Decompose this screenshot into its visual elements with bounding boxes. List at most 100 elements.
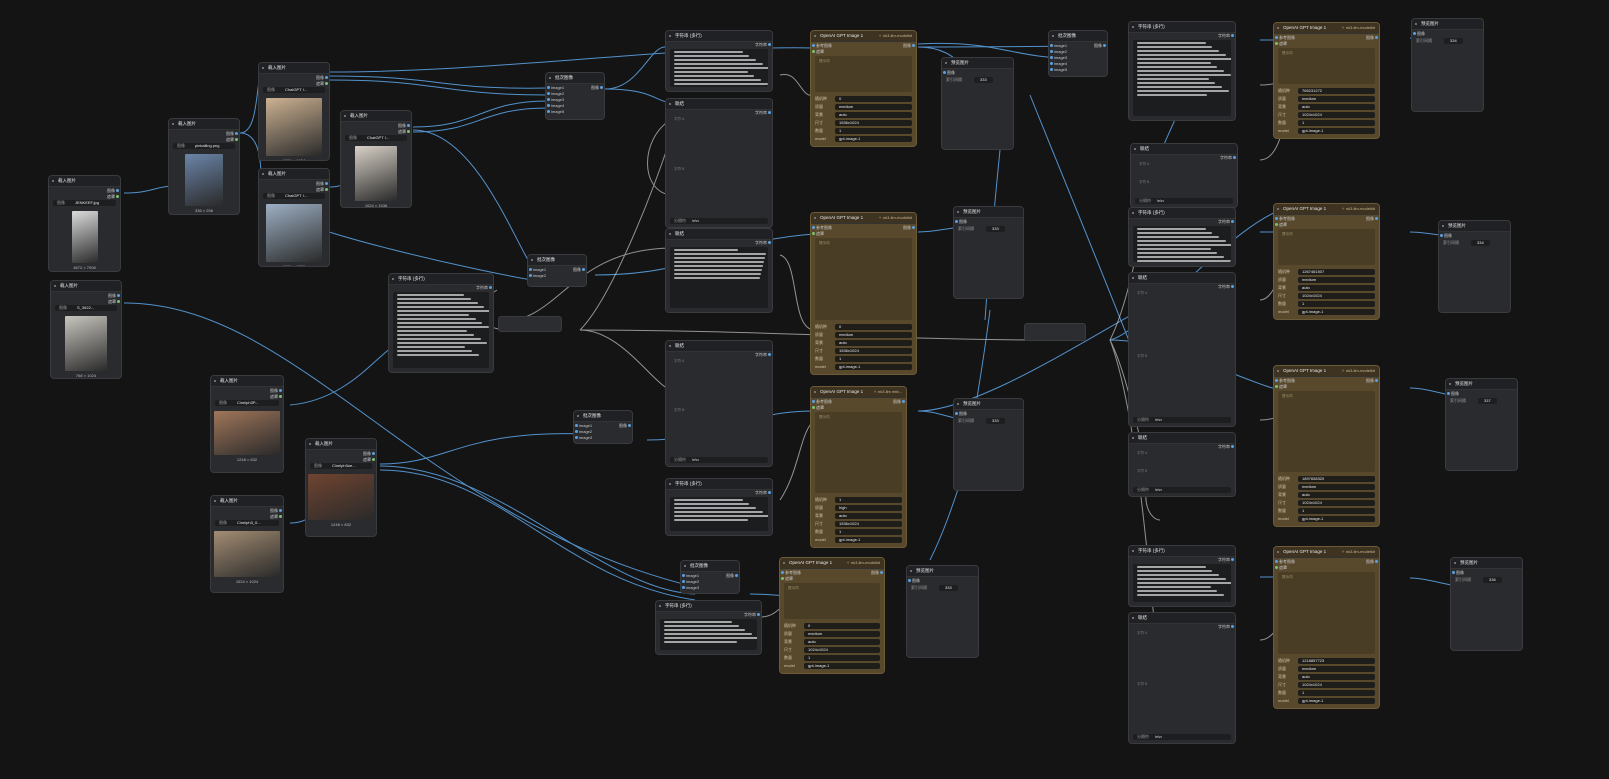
quality-widget[interactable]: 质量 high <box>815 504 902 511</box>
string-output-port-dot[interactable] <box>757 613 760 616</box>
load-image-node-4-header[interactable]: 载入图片 <box>341 111 411 122</box>
output-image-port-dot[interactable] <box>117 294 120 297</box>
image-output-port-dot[interactable] <box>1375 217 1378 220</box>
image-output-port[interactable]: 图像 <box>1366 216 1374 221</box>
multiline-text-area[interactable] <box>393 292 489 368</box>
output-image-port-dot[interactable] <box>116 189 119 192</box>
string-output-port[interactable]: 字符串 <box>1218 219 1230 224</box>
gpt-image-node-3[interactable]: OpenAI GPT Image 1 ✧ nk3-llm mtb... 参考图像 遮罩… <box>810 386 907 548</box>
size-value-box[interactable]: 1024x1024 <box>1298 293 1375 299</box>
batch-output-port[interactable]: 图像 <box>591 85 599 90</box>
preview-image-input-dot[interactable] <box>943 71 946 74</box>
batch-input-image2[interactable]: image2 <box>579 429 592 434</box>
background-value-box[interactable]: auto <box>1298 492 1375 498</box>
batch-image-node-4[interactable]: 批次图像 图像 image1 image2 image3 <box>573 410 633 444</box>
image-file-widget[interactable]: 图像 Cinelph3_0... <box>215 520 279 526</box>
n-value-box[interactable]: 1 <box>835 529 902 535</box>
collapse-dot-icon[interactable] <box>814 35 816 37</box>
output-image-port-dot[interactable] <box>407 124 410 127</box>
load-image-node-7-header[interactable]: 载入图片 <box>211 376 283 387</box>
string-multiline-node-7-header[interactable]: 字符串 (多行) <box>1129 546 1235 557</box>
string-b-field[interactable]: 字符 B <box>1133 466 1231 480</box>
size-widget[interactable]: 尺寸 1536x1024 <box>815 347 912 354</box>
preview-image-input[interactable]: 图像 <box>912 578 920 583</box>
output-image-port-dot[interactable] <box>279 389 282 392</box>
preview-index-widget[interactable]: 索引间隔 334 <box>1416 38 1479 44</box>
load-image-node-8[interactable]: 载入图片 图像 遮罩 图像 Cinelph3_0... 1024 × 1024 <box>210 495 284 593</box>
batch-input-image3[interactable]: image3 <box>551 97 564 102</box>
preview-image-node-7-header[interactable]: 预览图片 <box>1446 379 1517 390</box>
image-file-widget[interactable]: 图像 Cinelph3oe... <box>310 463 372 469</box>
collapse-dot-icon[interactable] <box>1132 26 1134 28</box>
load-image-node-3[interactable]: 载入图片 图像 遮罩 图像 ChatGPT I... 1024 × 1024 <box>258 62 330 161</box>
size-widget[interactable]: 尺寸 1024x1024 <box>784 646 880 653</box>
reference-image-input[interactable]: 参考图像 <box>785 570 801 575</box>
model-widget[interactable]: model gpt-image-1 <box>815 536 902 543</box>
batch-input-image5-dot[interactable] <box>547 110 550 113</box>
reference-image-input[interactable]: 参考图像 <box>816 399 832 404</box>
background-widget[interactable]: 背景 auto <box>1278 673 1375 680</box>
batch-input-image1-dot[interactable] <box>1050 44 1053 47</box>
model-widget[interactable]: model gpt-image-1 <box>1278 308 1375 315</box>
background-widget[interactable]: 背景 auto <box>784 638 880 645</box>
load-image-node-9-header[interactable]: 载入图片 <box>306 439 376 450</box>
background-widget[interactable]: 背景 auto <box>815 512 902 519</box>
seed-value-box[interactable]: 1267461507 <box>1298 269 1375 275</box>
image-output-port[interactable]: 图像 <box>903 225 911 230</box>
background-widget[interactable]: 背景 auto <box>1278 103 1375 110</box>
background-value-box[interactable]: auto <box>1298 674 1375 680</box>
gpt-image-node-4-header[interactable]: OpenAI GPT Image 1 ✧ nk3-llm-modelkit <box>780 558 884 569</box>
batch-output-port[interactable]: 图像 <box>573 267 581 272</box>
join-output-port-dot[interactable] <box>1233 156 1236 159</box>
batch-output-port[interactable]: 图像 <box>726 573 734 578</box>
string-multiline-node-6-header[interactable]: 字符串 (多行) <box>1129 208 1235 219</box>
string-multiline-node-1[interactable]: 字符串 (多行) 字符串 <box>665 30 773 92</box>
preview-index-widget[interactable]: 索引间隔 334 <box>1443 240 1506 246</box>
size-widget[interactable]: 尺寸 1024x1024 <box>1278 111 1375 118</box>
prompt-text-area[interactable]: 提示词 <box>815 238 912 320</box>
collapse-dot-icon[interactable] <box>659 605 661 607</box>
collapse-dot-icon[interactable] <box>1277 208 1279 210</box>
delimiter-widget[interactable]: 分隔符 \n\n <box>1133 487 1231 493</box>
collapse-dot-icon[interactable] <box>1277 551 1279 553</box>
quality-value-box[interactable]: medium <box>1298 96 1375 102</box>
reference-image-input-dot[interactable] <box>1275 217 1278 220</box>
join-output-port-dot[interactable] <box>768 241 771 244</box>
preview-image-node-4-header[interactable]: 预览图片 <box>907 566 978 577</box>
collapse-dot-icon[interactable] <box>214 500 216 502</box>
background-widget[interactable]: 背景 auto <box>815 111 912 118</box>
batch-output-port[interactable]: 图像 <box>1094 43 1102 48</box>
batch-input-image4-dot[interactable] <box>547 104 550 107</box>
join-node-5-header[interactable]: 联结 <box>1129 273 1235 284</box>
batch-output-port-dot[interactable] <box>1103 44 1106 47</box>
output-mask-port-dot[interactable] <box>279 515 282 518</box>
quality-value-box[interactable]: high <box>835 505 902 511</box>
preview-image-node-5[interactable]: 预览图片 图像索引间隔 334 <box>1411 18 1484 112</box>
quality-value-box[interactable]: medium <box>835 104 912 110</box>
image-output-port[interactable]: 图像 <box>1366 378 1374 383</box>
seed-widget[interactable]: 随机种 1218857723 <box>1278 657 1375 664</box>
batch-input-image4-dot[interactable] <box>1050 62 1053 65</box>
background-value-box[interactable]: auto <box>1298 285 1375 291</box>
collapse-dot-icon[interactable] <box>783 562 785 564</box>
batch-image-node-1[interactable]: 批次图像 图像 image1 image2 image3 image4 image5 <box>545 72 605 120</box>
gpt-image-node-7[interactable]: OpenAI GPT Image 1 ✧ nk3-llm-modelkit 参考图像… <box>1273 365 1380 527</box>
preview-image-node-6-header[interactable]: 预览图片 <box>1439 221 1510 232</box>
n-value-box[interactable]: 1 <box>835 128 912 134</box>
output-image-port[interactable]: 图像 <box>107 188 115 193</box>
image-file-widget[interactable]: 图像 ChatGPT I... <box>345 135 407 141</box>
join-node-6[interactable]: 联结 字符串 字符 A 字符 B 分隔符 \n\n <box>1128 432 1236 497</box>
string-b-field[interactable]: 字符 B <box>670 165 768 211</box>
reference-image-input[interactable]: 参考图像 <box>1279 35 1295 40</box>
preview-image-node-5-header[interactable]: 预览图片 <box>1412 19 1483 30</box>
gpt-image-node-5-header[interactable]: OpenAI GPT Image 1 ✧ nk3-llm-modelkit <box>1274 23 1379 34</box>
collapse-dot-icon[interactable] <box>1132 437 1134 439</box>
join-node-7-header[interactable]: 联结 <box>1129 613 1235 624</box>
output-mask-port-dot[interactable] <box>235 138 238 141</box>
join-node-1-header[interactable]: 联结 <box>666 99 772 110</box>
n-widget[interactable]: 数量 1 <box>784 654 880 661</box>
collapse-dot-icon[interactable] <box>1449 383 1451 385</box>
preview-image-input[interactable]: 图像 <box>1417 31 1425 36</box>
collapse-dot-icon[interactable] <box>1134 148 1136 150</box>
quality-value-box[interactable]: medium <box>1298 484 1375 490</box>
